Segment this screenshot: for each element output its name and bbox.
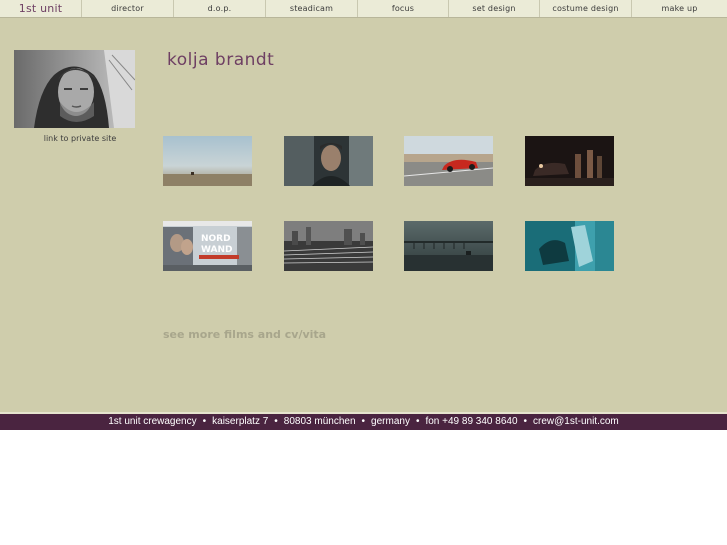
profile-portrait [14,50,135,128]
nav-item-steadicam[interactable]: steadicam [266,0,358,17]
film-thumbnail[interactable] [163,136,252,186]
footer-separator: • [361,416,366,427]
footer-separator: • [415,416,420,427]
film-thumbnail[interactable] [404,136,493,186]
footer-bar: 1st unit crewagency • kaiserplatz 7 • 80803 … [0,412,727,430]
footer-phone: fon +49 89 340 8640 [425,416,518,427]
film-thumbnail[interactable] [284,221,373,271]
footer-email[interactable]: crew@1st-unit.com [533,416,619,427]
nav-item-director[interactable]: director [82,0,174,17]
footer-separator: • [274,416,278,427]
footer-separator: • [202,416,207,427]
film-thumbnail-nordwand[interactable]: NORD WAND [163,221,252,271]
nav-logo[interactable]: 1st unit [0,0,82,17]
footer-country: germany [371,416,410,427]
nav-item-focus[interactable]: focus [358,0,449,17]
film-thumbnail[interactable] [404,221,493,271]
private-site-link[interactable]: link to private site [14,134,146,143]
film-thumbnail[interactable] [525,221,614,271]
footer-company: 1st unit crewagency [108,416,197,427]
footer-separator: • [523,416,528,427]
nav-item-make-up[interactable]: make up [632,0,727,17]
poster-title-line-1: NORD [201,234,231,244]
footer-street: kaiserplatz 7 [212,416,269,427]
film-thumbnail[interactable] [284,136,373,186]
nav-item-costume-design[interactable]: costume design [540,0,632,17]
top-navigation: 1st unit director d.o.p. steadicam focus… [0,0,727,18]
film-thumbnail[interactable] [525,136,614,186]
nav-item-set-design[interactable]: set design [449,0,540,17]
see-more-films-link[interactable]: see more films and cv/vita [163,328,326,341]
nav-item-dop[interactable]: d.o.p. [174,0,266,17]
poster-title-line-2: WAND [201,245,233,255]
footer-city: 80803 münchen [283,416,356,427]
profile-name: kolja brandt [167,50,275,70]
